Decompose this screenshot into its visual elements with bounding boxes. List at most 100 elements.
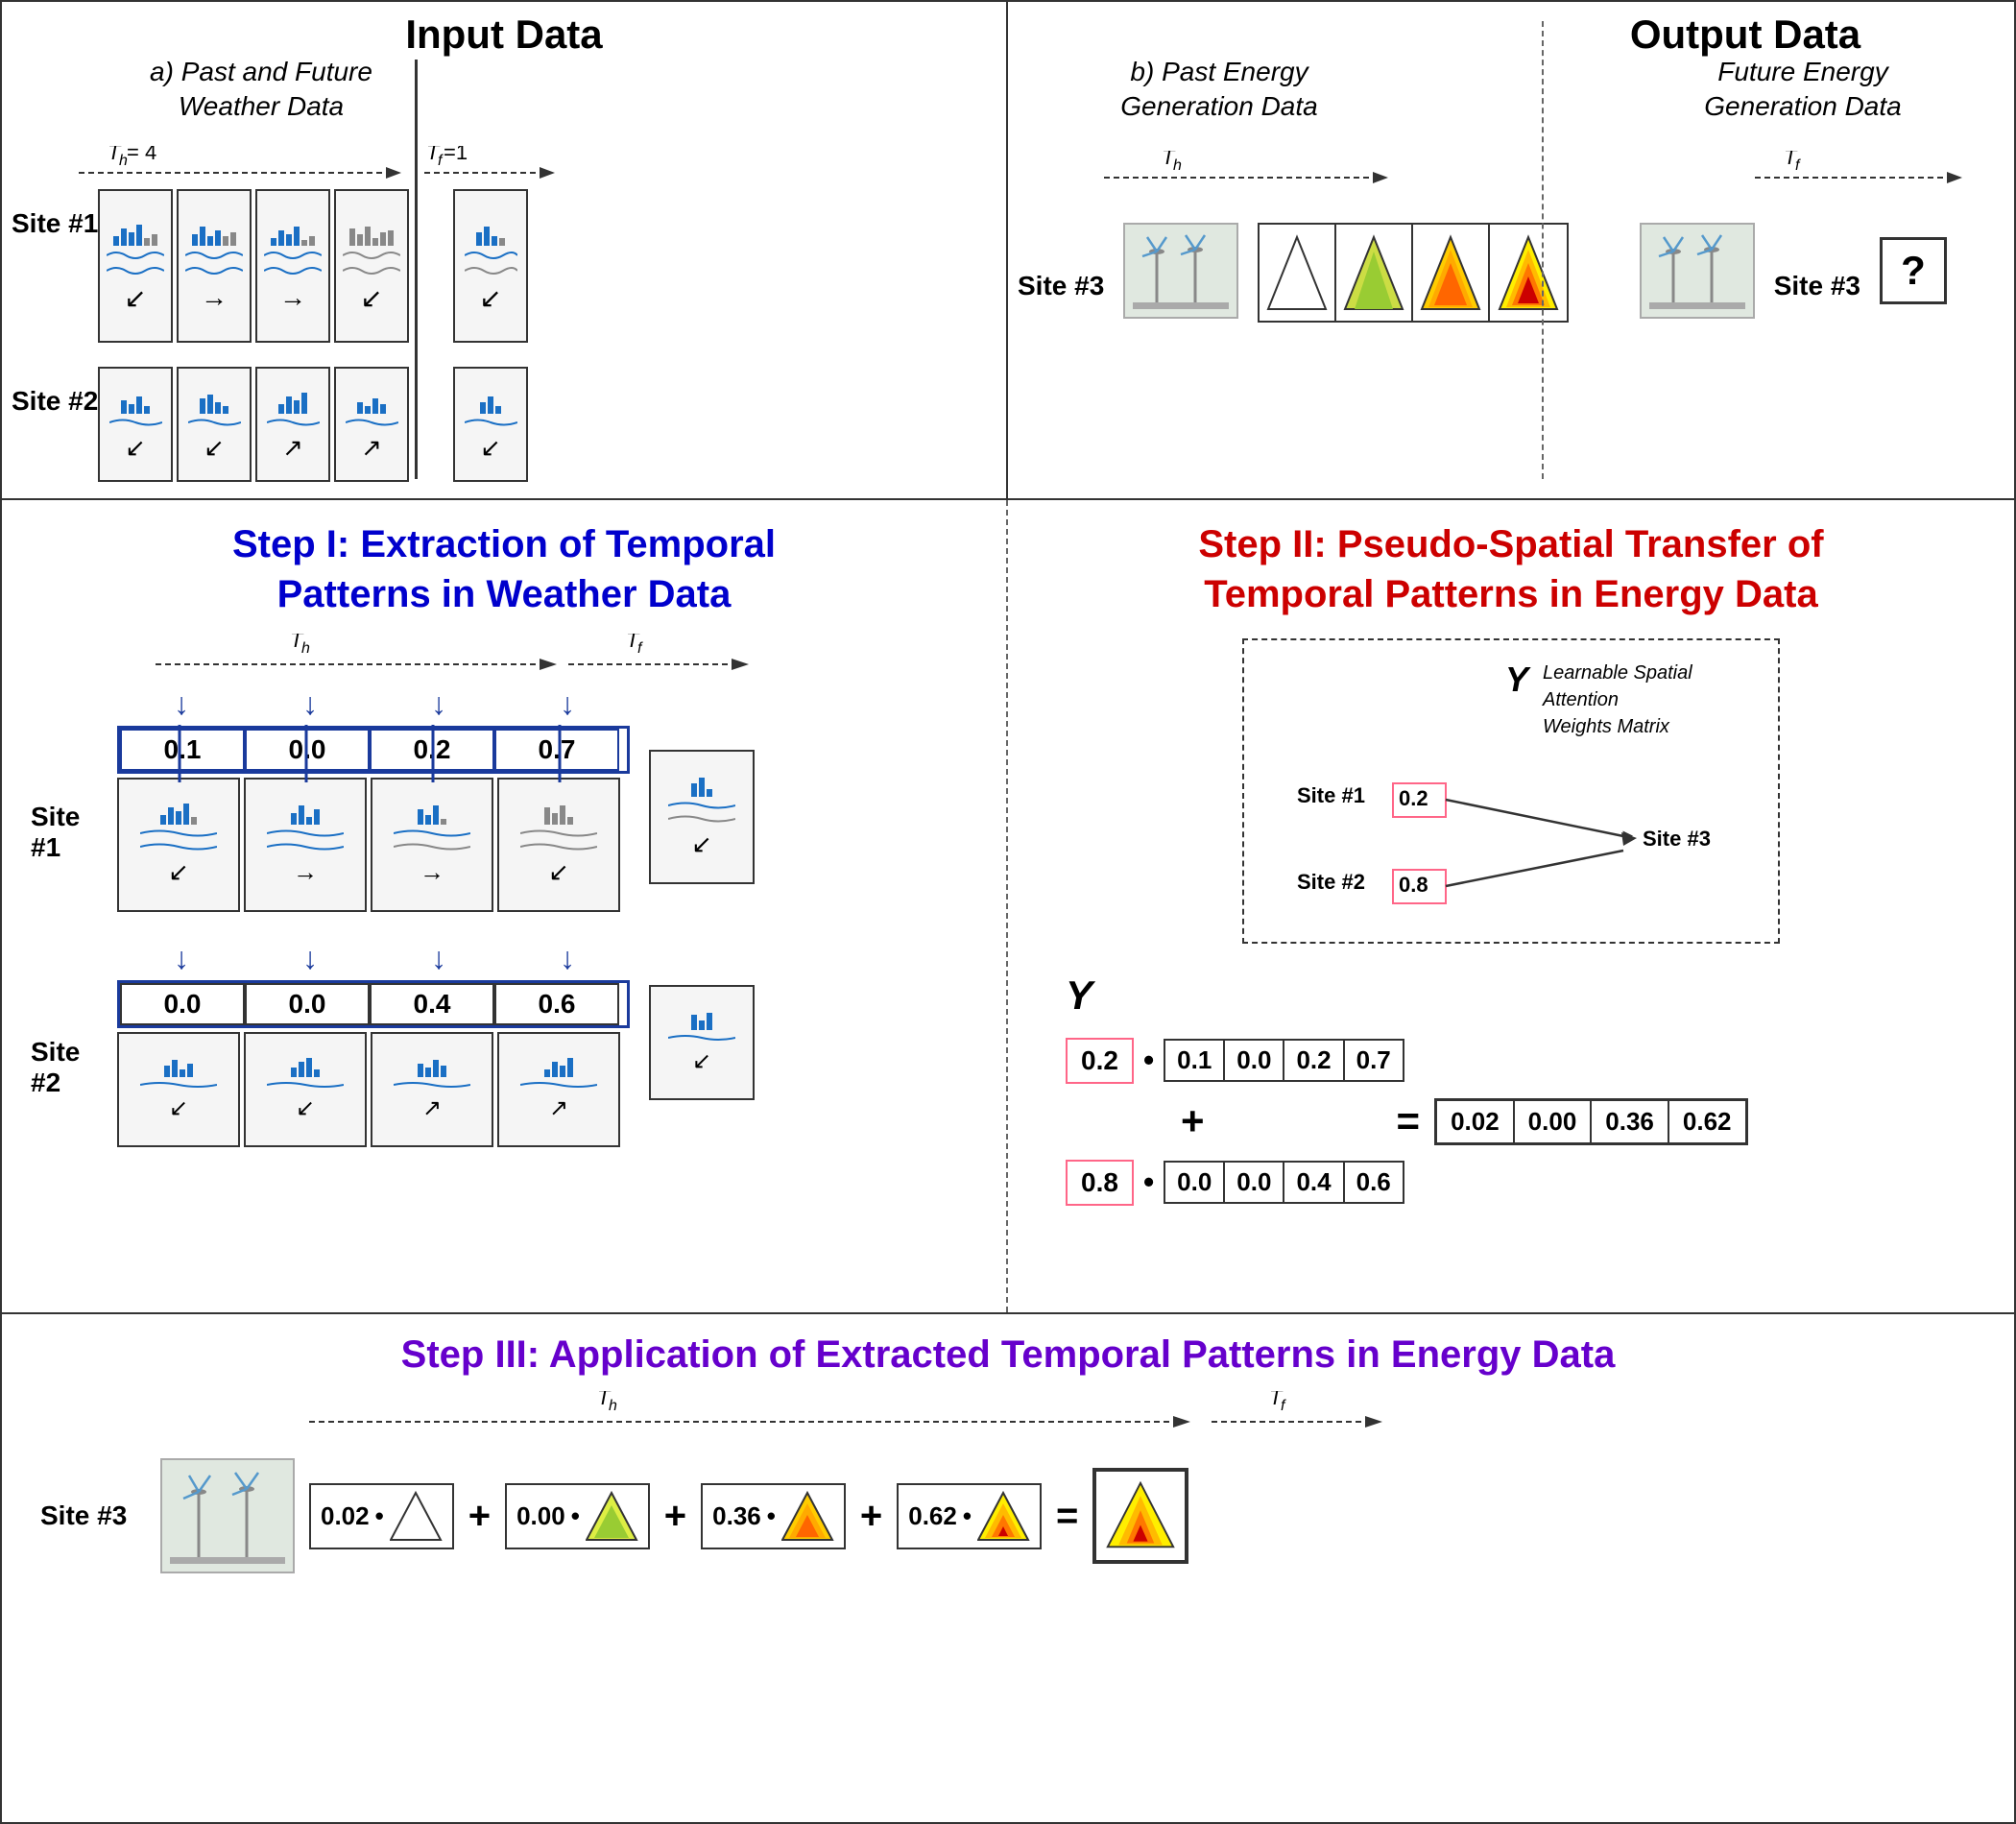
main-container: Input Data a) Past and FutureWeather Dat… [0, 0, 2016, 1824]
turbine-past-s3 [1123, 223, 1238, 319]
middle-section: Step I: Extraction of Temporal Patterns … [2, 500, 2014, 1314]
step2-title: Step II: Pseudo-Spatial Transfer of Temp… [1037, 519, 1985, 619]
equals-s3: = [1056, 1495, 1078, 1538]
svg-text:h: h [1173, 157, 1182, 174]
energy-pattern-strip [1258, 223, 1569, 323]
step1-w-s2-3: ↗ [371, 1032, 493, 1147]
tri-s3-3 [781, 1490, 834, 1543]
step1-future-s1: ↙ [649, 750, 755, 884]
input-data-title: Input Data [405, 12, 602, 57]
step1-arrows-svg: T h T f [156, 634, 924, 677]
step3-site3: Site #3 [40, 1500, 127, 1530]
step1-section: Step I: Extraction of Temporal Patterns … [2, 500, 1008, 1312]
question-box: ? [1880, 237, 1947, 304]
tf-energy-arrow: T f [1755, 151, 1966, 189]
blue-connect-lines [117, 725, 636, 782]
wave-s1-1 [107, 248, 164, 263]
weather-cell-s1-3: → [255, 189, 330, 343]
coeff-02-row1: 0.2 [1066, 1038, 1134, 1084]
tri-cell-4 [1495, 232, 1562, 314]
calc-section: Y 0.2 • 0.1 0.0 0.2 0.7 [1066, 972, 1985, 1206]
tf1-arrow-svg: T f =1 [424, 146, 559, 184]
site3-out-label: Site #3 [1774, 271, 1860, 300]
weather-future-s1: ↙ [453, 189, 528, 343]
step3-c3: 0.36 [712, 1501, 761, 1531]
res-1: 0.02 [1437, 1101, 1515, 1142]
bullet-s3-3: • [767, 1501, 776, 1531]
s2-val-4: 0.6 [494, 983, 619, 1025]
blue-arrow-down-3: ↓ [376, 686, 501, 722]
step3-item-1: 0.02 • [309, 1483, 454, 1549]
turbine-svg [1133, 232, 1229, 309]
svg-text:Site #1: Site #1 [1297, 783, 1365, 807]
step3-c2: 0.00 [516, 1501, 565, 1531]
future-energy-label: Future EnergyGeneration Data [1620, 55, 1985, 125]
s2-val-2: 0.0 [245, 983, 370, 1025]
step1-w-s2-1: ↙ [117, 1032, 240, 1147]
site2-label-top: Site #2 [12, 386, 98, 416]
step1-w-s1-2: → [244, 778, 367, 912]
step3-arrows-svg: T h T f [309, 1391, 1845, 1434]
bullet-s3-2: • [571, 1501, 580, 1531]
tri-s3-1 [390, 1490, 443, 1543]
plus-sign: + [1181, 1098, 1205, 1144]
bullet-s3-4: • [963, 1501, 972, 1531]
spatial-weights-box: Y Learnable Spatial AttentionWeights Mat… [1242, 638, 1780, 944]
plus-s3-3: + [860, 1495, 882, 1538]
step2-section: Step II: Pseudo-Spatial Transfer of Temp… [1008, 500, 2014, 1312]
turbine-out-s3 [1640, 223, 1755, 319]
weather-cell-s2-1: ↙ [98, 367, 173, 482]
weather-future-s2: ↙ [453, 367, 528, 482]
weather-cell-s1-4: ↙ [334, 189, 409, 343]
svg-text:f: f [637, 640, 643, 657]
tri-cell-3 [1417, 232, 1484, 314]
tri-s3-2 [586, 1490, 638, 1543]
svg-text:=1: =1 [444, 146, 468, 164]
plus-s3-1: + [468, 1495, 491, 1538]
weather-cell-s2-3: ↗ [255, 367, 330, 482]
step1-w-s1-4: ↙ [497, 778, 620, 912]
step3-item-3: 0.36 • [701, 1483, 846, 1549]
tri-cell-1 [1263, 232, 1331, 314]
s2-val-1: 0.0 [120, 983, 245, 1025]
r1-v4: 0.7 [1345, 1041, 1403, 1080]
svg-text:f: f [1281, 1398, 1286, 1414]
r1-v3: 0.2 [1284, 1041, 1344, 1080]
blue-arrow-s2-4: ↓ [505, 941, 630, 976]
tri-result [1104, 1477, 1177, 1554]
weather-cell-s1-1: ↙ [98, 189, 173, 343]
blue-arrow-down-1: ↓ [119, 686, 244, 722]
svg-text:0.2: 0.2 [1399, 786, 1428, 810]
section-a-label: a) Past and FutureWeather Data [60, 55, 463, 125]
step3-result [1092, 1468, 1188, 1564]
equals-sign: = [1397, 1098, 1421, 1144]
svg-text:= 4: = 4 [127, 146, 156, 164]
bullet-2: • [1143, 1164, 1154, 1200]
bullet-1: • [1143, 1043, 1154, 1078]
res-2: 0.00 [1515, 1101, 1593, 1142]
step3-item-4: 0.62 • [897, 1483, 1042, 1549]
svg-text:h: h [609, 1398, 617, 1414]
blue-arrow-down-2: ↓ [248, 686, 372, 722]
top-section: Input Data a) Past and FutureWeather Dat… [2, 2, 2014, 500]
r2-v2: 0.0 [1225, 1163, 1284, 1202]
svg-text:h: h [301, 640, 310, 657]
step1-w-s1-3: → [371, 778, 493, 912]
spatial-weights-label: Learnable Spatial AttentionWeights Matri… [1543, 660, 1754, 740]
weather-cell-s2-2: ↙ [177, 367, 252, 482]
blue-arrow-s2-1: ↓ [119, 941, 244, 976]
svg-text:f: f [1795, 157, 1801, 174]
step1-w-s1-1: ↙ [117, 778, 240, 912]
step1-future-s2: ↙ [649, 985, 755, 1100]
th4-arrow-svg: T h = 4 [79, 146, 405, 184]
blue-arrow-down-4: ↓ [505, 686, 630, 722]
svg-text:0.8: 0.8 [1399, 873, 1428, 897]
tri-cell-2 [1340, 232, 1407, 314]
y-label-calc: Y [1066, 972, 1092, 1019]
site3-b-label: Site #3 [1018, 271, 1104, 300]
step3-title: Step III: Application of Extracted Tempo… [40, 1333, 1976, 1377]
step1-title: Step I: Extraction of Temporal Patterns … [31, 519, 977, 619]
r2-v1: 0.0 [1165, 1163, 1225, 1202]
coeff-08-row2: 0.8 [1066, 1160, 1134, 1206]
site1-label-top: Site #1 [12, 208, 98, 238]
